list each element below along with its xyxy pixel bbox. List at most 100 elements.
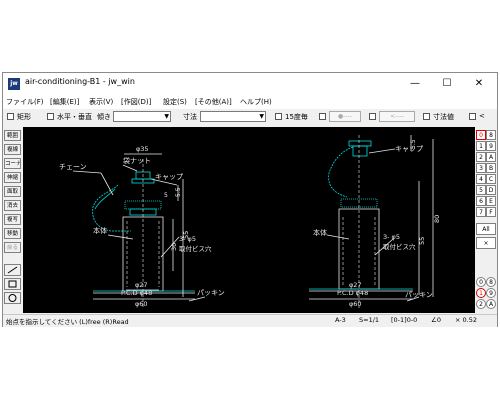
label-screw-hole: 取付ビス穴 <box>383 242 416 251</box>
deg15-label: 15度毎 <box>285 113 308 121</box>
status-bar: 始点を指示してください (L)free (R)Read A-3 S=1/1 [0… <box>3 314 497 327</box>
tool-line[interactable] <box>4 264 21 276</box>
layer-group-6[interactable]: 6 <box>476 196 486 206</box>
status-scale[interactable]: S=1/1 <box>359 316 379 324</box>
dim-phi60: φ60 <box>135 300 148 308</box>
tool-chamfer[interactable]: 面取 <box>4 186 21 197</box>
menu-view[interactable]: 表示(V) <box>89 97 113 107</box>
layer-8[interactable]: 8 <box>486 277 496 287</box>
toolbar: 矩形 水平・垂直 傾き ▼ 寸法 ▼ 15度毎 ●---- <---- 寸法値 … <box>3 109 497 125</box>
menu-settings[interactable]: 設定(S) <box>163 97 187 107</box>
layer-9[interactable]: 9 <box>486 288 496 298</box>
right-layer-panel: 0 8 1 9 2 A 3 B 4 C 5 D 6 E 7 F All × 0 … <box>476 127 497 313</box>
layer-group-7[interactable]: 7 <box>476 207 486 217</box>
dim-combo[interactable]: ▼ <box>200 111 266 122</box>
rect-label: 矩形 <box>17 113 31 121</box>
tool-copy[interactable]: 複写 <box>4 214 21 225</box>
layer-2[interactable]: 2 <box>476 299 486 309</box>
menu-draw[interactable]: [作図(D)] <box>121 97 151 107</box>
layer-group-d[interactable]: D <box>486 185 496 195</box>
tool-rectangle[interactable] <box>4 278 21 290</box>
dim-pcd: P.C.D φ48 <box>121 289 152 297</box>
dim-label: 寸法 <box>183 113 197 121</box>
label-nut: 袋ナット <box>123 156 151 165</box>
window-title: air-conditioning-B1 - jw_win <box>25 77 135 86</box>
status-angle[interactable]: ∠0 <box>431 316 441 324</box>
hv-label: 水平・垂直 <box>57 113 92 121</box>
layer-group-4[interactable]: 4 <box>476 174 486 184</box>
tool-circle[interactable] <box>4 292 21 304</box>
dimval-label: 寸法値 <box>433 113 454 121</box>
layer-group-2[interactable]: 2 <box>476 152 486 162</box>
app-window: jw air-conditioning-B1 - jw_win — ☐ ✕ ファ… <box>2 72 498 327</box>
tool-corner[interactable]: コーナー <box>4 158 21 169</box>
minimize-button[interactable]: — <box>401 73 429 95</box>
circle-icon <box>8 294 17 302</box>
last-option-label: < <box>479 112 485 120</box>
option2-checkbox[interactable] <box>369 113 376 120</box>
label-screw-hole: 取付ビス穴 <box>179 244 212 253</box>
rect-checkbox[interactable] <box>7 113 14 120</box>
line-icon <box>7 266 18 274</box>
dim-phi60: φ60 <box>349 300 362 308</box>
menu-help[interactable]: ヘルプ(H) <box>240 97 272 107</box>
layer-group-8[interactable]: 8 <box>486 130 496 140</box>
rectangle-icon <box>8 280 17 288</box>
layer-group-9[interactable]: 9 <box>486 141 496 151</box>
status-group[interactable]: [0-1]0-0 <box>391 316 417 324</box>
tool-move[interactable]: 移動 <box>4 228 21 239</box>
dim-phi27: φ27 <box>349 281 362 289</box>
layer-group-0[interactable]: 0 <box>476 130 486 140</box>
point-mode-button[interactable]: ●---- <box>329 111 361 122</box>
layer-group-b[interactable]: B <box>486 163 496 173</box>
menu-bar: ファイル(F) [編集(E)] 表示(V) [作図(D)] 設定(S) [その他… <box>3 95 497 109</box>
tool-erase[interactable]: 消去 <box>4 200 21 211</box>
dim-55: 55 <box>182 231 190 239</box>
layer-0[interactable]: 0 <box>476 277 486 287</box>
dimval-checkbox[interactable] <box>423 113 430 120</box>
chevron-down-icon: ▼ <box>259 113 264 120</box>
tool-stretch[interactable]: 伸縮 <box>4 172 21 183</box>
title-bar[interactable]: jw air-conditioning-B1 - jw_win — ☐ ✕ <box>3 73 497 95</box>
menu-file[interactable]: ファイル(F) <box>6 97 44 107</box>
direction-button[interactable]: <---- <box>379 111 415 122</box>
maximize-button[interactable]: ☐ <box>433 73 461 95</box>
dim-30: 30 <box>170 243 178 251</box>
tool-range[interactable]: 範囲 <box>4 130 21 141</box>
option1-checkbox[interactable] <box>319 113 326 120</box>
label-holes: 3- φ5 <box>383 233 400 241</box>
dim-55: 55 <box>418 237 426 245</box>
right-view: キャップ 本体 3- φ5 取付ビス穴 パッキン φ27 P.C.D φ48 φ… <box>309 135 441 309</box>
status-layer[interactable]: A-3 <box>335 316 346 324</box>
chain-shape <box>328 146 354 198</box>
layer-1[interactable]: 1 <box>476 288 486 298</box>
status-zoom[interactable]: × 0.52 <box>455 316 477 324</box>
menu-edit[interactable]: [編集(E)] <box>50 97 79 107</box>
tool-parallel[interactable]: 複線 <box>4 144 21 155</box>
hv-checkbox[interactable] <box>47 113 54 120</box>
tilt-combo[interactable]: ▼ <box>113 111 171 122</box>
layer-a[interactable]: A <box>486 299 496 309</box>
layer-group-e[interactable]: E <box>486 196 496 206</box>
layer-group-f[interactable]: F <box>486 207 496 217</box>
deg15-checkbox[interactable] <box>275 113 282 120</box>
option3-checkbox[interactable] <box>469 113 476 120</box>
label-cap: キャップ <box>395 145 423 153</box>
layer-group-c[interactable]: C <box>486 174 496 184</box>
dim-pcd: P.C.D φ48 <box>337 289 368 297</box>
label-body: 本体 <box>313 228 327 237</box>
tool-undo[interactable]: 戻る <box>4 242 21 253</box>
chevron-down-icon: ▼ <box>164 113 169 120</box>
tilt-label: 傾き <box>97 113 111 121</box>
left-view: チェーン 袋ナット キャップ 本体 3- φ5 取付ビス穴 パッキン φ35 φ… <box>59 145 225 308</box>
layer-group-a[interactable]: A <box>486 152 496 162</box>
menu-other[interactable]: [その他(A)] <box>195 97 232 107</box>
layer-group-5[interactable]: 5 <box>476 185 486 195</box>
cross-icon[interactable]: × <box>476 237 496 249</box>
layer-group-3[interactable]: 3 <box>476 163 486 173</box>
close-button[interactable]: ✕ <box>465 73 493 95</box>
drawing-canvas[interactable]: チェーン 袋ナット キャップ 本体 3- φ5 取付ビス穴 パッキン φ35 φ… <box>23 127 475 313</box>
all-layers-button[interactable]: All <box>476 223 496 235</box>
dim-5: 5 <box>164 192 168 199</box>
layer-group-1[interactable]: 1 <box>476 141 486 151</box>
